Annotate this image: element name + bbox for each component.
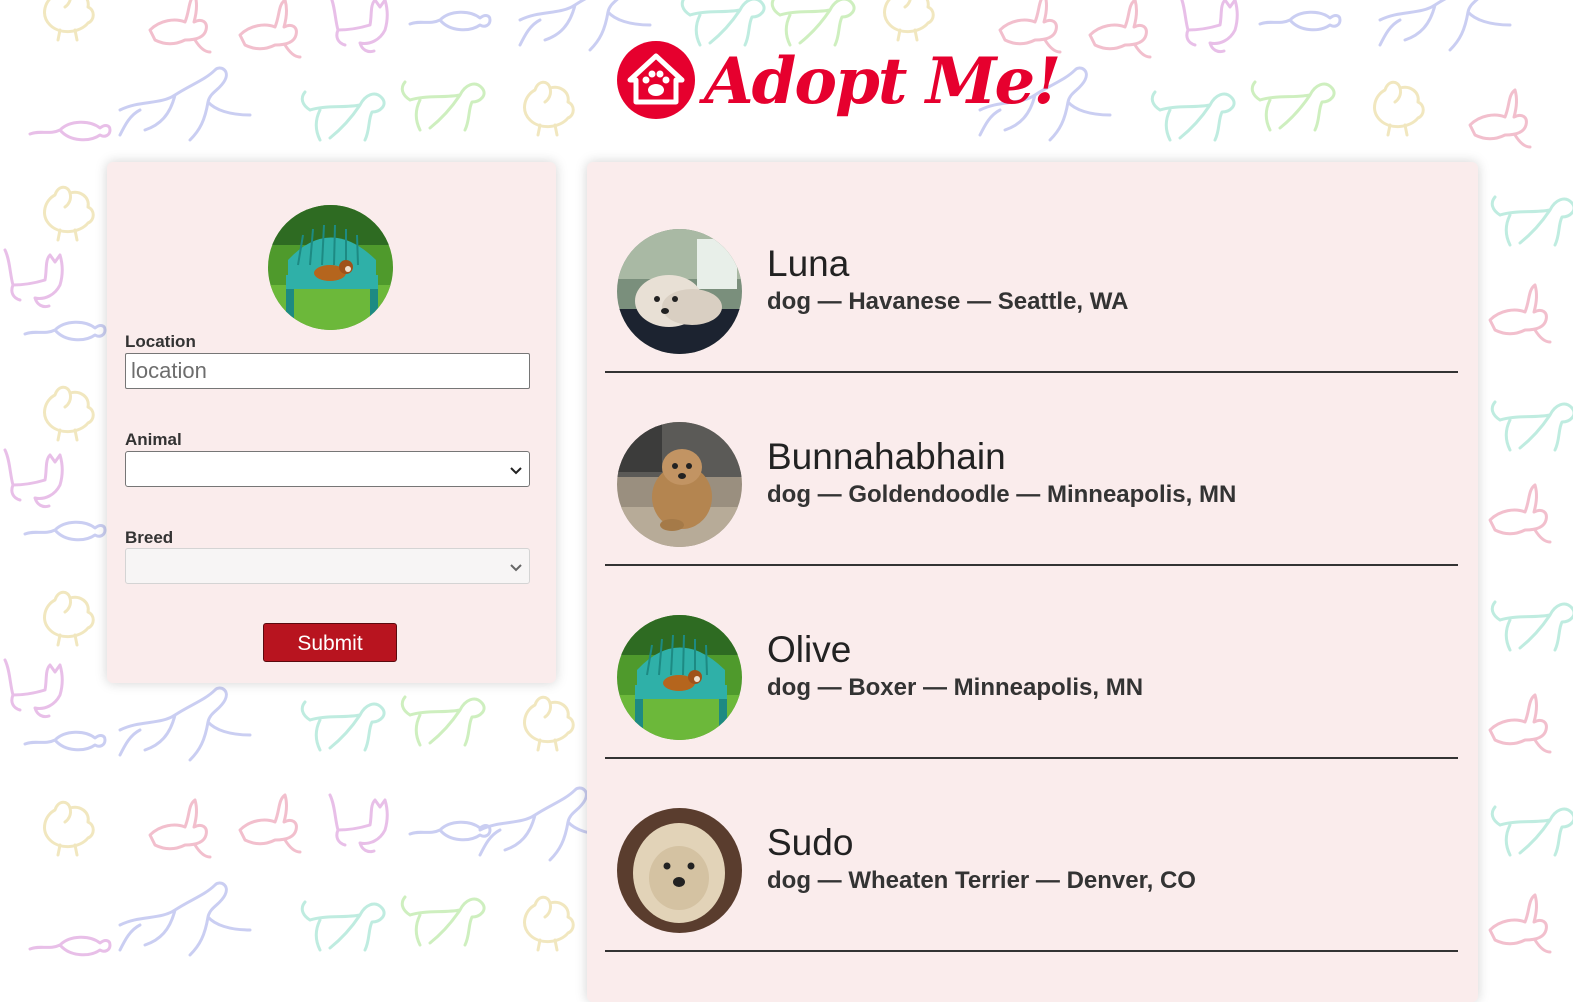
pet-description: dog — Havanese — Seattle, WA	[767, 288, 1129, 315]
pet-photo	[617, 422, 742, 547]
pet-photo	[617, 615, 742, 740]
chevron-down-icon	[510, 564, 522, 572]
location-input[interactable]	[125, 353, 530, 389]
breed-select[interactable]	[125, 548, 530, 584]
search-form: Location Animal Breed Submit	[107, 162, 556, 683]
submit-button[interactable]: Submit	[263, 623, 397, 662]
pet-description: dog — Wheaten Terrier — Denver, CO	[767, 867, 1196, 894]
pet-name: Luna	[767, 243, 850, 284]
pet-result-item[interactable]: Olive dog — Boxer — Minneapolis, MN	[605, 566, 1458, 759]
breed-label: Breed	[125, 528, 174, 547]
search-preview-image	[268, 205, 393, 330]
pet-photo	[617, 229, 742, 354]
pet-result-item[interactable]: Bunnahabhain dog — Goldendoodle — Minnea…	[605, 373, 1458, 566]
pet-description: dog — Goldendoodle — Minneapolis, MN	[767, 481, 1237, 508]
location-label: Location	[125, 332, 196, 351]
home-logo-link[interactable]: Adopt Me!	[616, 40, 1061, 140]
chevron-down-icon	[510, 467, 522, 475]
home-paw-icon	[617, 41, 695, 119]
pet-description: dog — Boxer — Minneapolis, MN	[767, 674, 1144, 701]
pet-name: Bunnahabhain	[767, 436, 1006, 477]
pet-result-item[interactable]: Sudo dog — Wheaten Terrier — Denver, CO	[605, 759, 1458, 952]
pet-photo	[617, 808, 742, 933]
animal-label: Animal	[125, 430, 182, 449]
animal-select[interactable]	[125, 451, 530, 487]
pet-result-item[interactable]: Luna dog — Havanese — Seattle, WA	[605, 180, 1458, 373]
site-header: Adopt Me!	[0, 0, 1573, 150]
pet-name: Olive	[767, 629, 852, 670]
pet-name: Sudo	[767, 822, 854, 863]
search-results: Luna dog — Havanese — Seattle, WA Bunnah…	[587, 162, 1478, 1002]
logo-wordmark: Adopt Me!	[704, 44, 1061, 119]
